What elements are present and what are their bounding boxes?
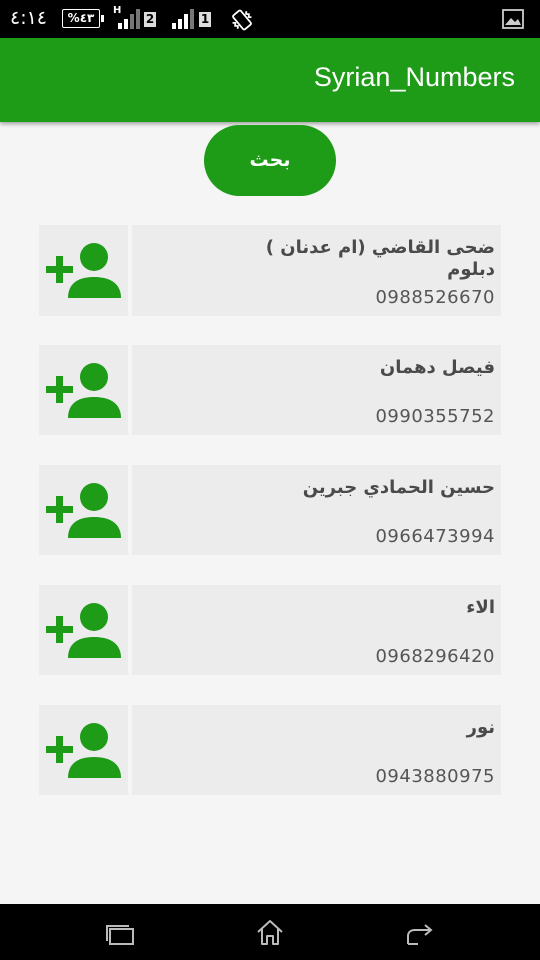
contact-row: ضحى القاضي (ام عدنان ) دبلوم 0988526670	[39, 225, 501, 316]
contact-list: ضحى القاضي (ام عدنان ) دبلوم 0988526670 …	[39, 225, 501, 825]
vibrate-icon	[229, 8, 255, 36]
contact-row: نور 0943880975	[39, 705, 501, 795]
contact-name: حسين الحمادي جبرين	[302, 477, 495, 498]
contact-phone: 0968296420	[375, 646, 495, 667]
battery-icon: %٤٣	[62, 9, 104, 28]
contact-info[interactable]: الاء 0968296420	[132, 585, 501, 675]
signal-icon	[172, 9, 196, 29]
contact-row: فيصل دهمان 0990355752	[39, 345, 501, 435]
recent-apps-icon[interactable]	[105, 924, 135, 950]
sim1-badge: 1	[199, 12, 211, 27]
add-contact-button[interactable]	[39, 585, 128, 675]
home-icon[interactable]	[255, 918, 285, 950]
contact-row: حسين الحمادي جبرين 0966473994	[39, 465, 501, 555]
status-time: ٤:١٤	[10, 7, 48, 29]
contact-name: ضحى القاضي (ام عدنان ) دبلوم	[265, 237, 495, 280]
contact-info[interactable]: ضحى القاضي (ام عدنان ) دبلوم 0988526670	[132, 225, 501, 316]
app-bar: Syrian_Numbers	[0, 38, 540, 122]
add-contact-button[interactable]	[39, 705, 128, 795]
status-bar: ٤:١٤ %٤٣ H 2 1	[0, 0, 540, 38]
add-person-icon	[46, 723, 121, 778]
contact-row: الاء 0968296420	[39, 585, 501, 675]
contact-phone: 0988526670	[375, 287, 495, 308]
contact-name: فيصل دهمان	[379, 357, 495, 378]
contact-info[interactable]: نور 0943880975	[132, 705, 501, 795]
add-contact-button[interactable]	[39, 465, 128, 555]
contact-name: الاء	[466, 597, 495, 618]
sim2-badge: 2	[144, 12, 156, 27]
add-person-icon	[46, 483, 121, 538]
contact-name: نور	[466, 717, 495, 738]
contact-info[interactable]: فيصل دهمان 0990355752	[132, 345, 501, 435]
add-contact-button[interactable]	[39, 225, 128, 316]
contact-phone: 0966473994	[375, 526, 495, 547]
signal-icon	[118, 9, 142, 29]
gallery-icon	[502, 9, 524, 33]
add-contact-button[interactable]	[39, 345, 128, 435]
contact-phone: 0990355752	[375, 406, 495, 427]
app-title: Syrian_Numbers	[313, 62, 515, 92]
contact-info[interactable]: حسين الحمادي جبرين 0966473994	[132, 465, 501, 555]
back-icon[interactable]	[404, 922, 436, 950]
add-person-icon	[46, 363, 121, 418]
navigation-bar	[0, 904, 540, 960]
contact-phone: 0943880975	[375, 766, 495, 787]
search-button[interactable]: بحث	[204, 125, 336, 196]
add-person-icon	[46, 243, 121, 298]
add-person-icon	[46, 603, 121, 658]
